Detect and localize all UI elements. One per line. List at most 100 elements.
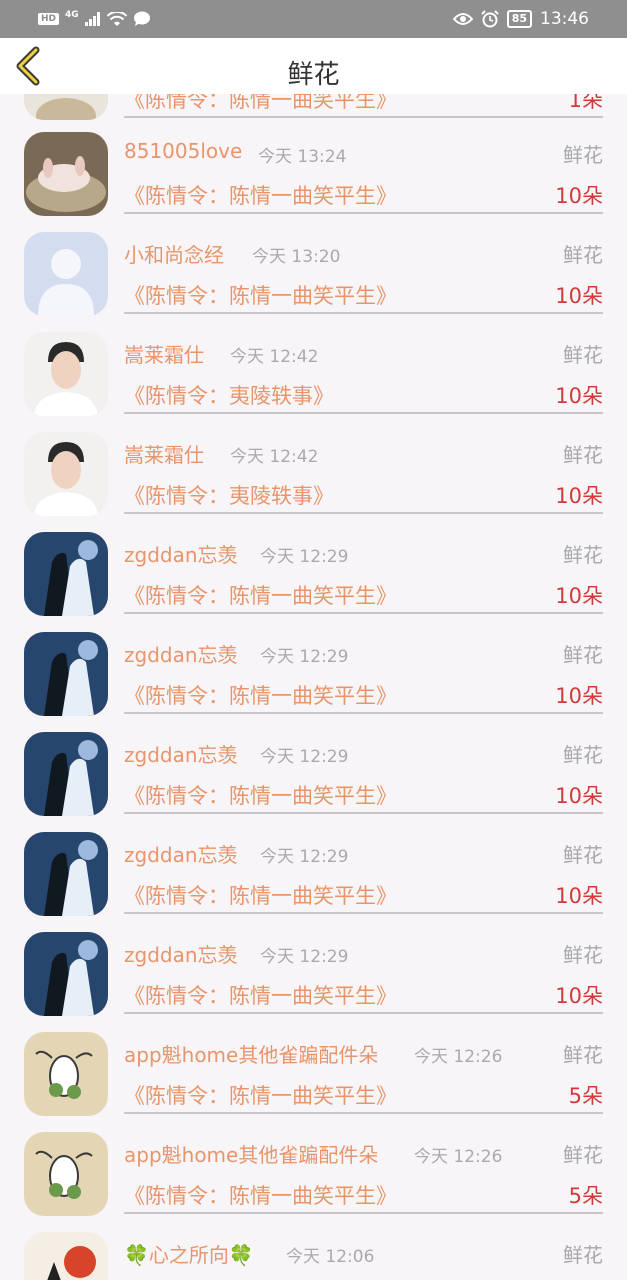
list-item[interactable]: app魁home其他雀蹁配件朵 今天 12:26 鲜花 《陈情令：陈情一曲笑平生… xyxy=(0,1130,627,1230)
username[interactable]: 🍀心之所向🍀 xyxy=(124,1239,254,1268)
book-title[interactable]: 《陈情令：陈情一曲笑平生》 xyxy=(124,180,397,210)
username[interactable]: zgddan忘羡 xyxy=(124,939,238,968)
avatar[interactable] xyxy=(24,132,108,216)
list-item[interactable]: 嵩莱霜仕 今天 12:42 鲜花 《陈情令：夷陵轶事》 10朵 xyxy=(0,430,627,530)
hd-badge: HD xyxy=(38,13,60,25)
divider xyxy=(124,612,603,614)
flower-count: 10朵 xyxy=(555,484,603,508)
username[interactable]: zgddan忘羡 xyxy=(124,839,238,868)
list-item[interactable]: 《陈情令：陈情一曲笑平生》 1朵 xyxy=(0,94,627,134)
divider xyxy=(124,116,603,118)
gift-type: 鲜花 xyxy=(563,1143,603,1167)
divider xyxy=(124,912,603,914)
flower-count: 1朵 xyxy=(568,94,603,112)
book-title[interactable]: 《陈情令：陈情一曲笑平生》 xyxy=(124,280,397,310)
flower-count: 10朵 xyxy=(555,884,603,908)
username[interactable]: 嵩莱霜仕 xyxy=(124,439,204,468)
list-item[interactable]: app魁home其他雀蹁配件朵 今天 12:26 鲜花 《陈情令：陈情一曲笑平生… xyxy=(0,1030,627,1130)
wifi-icon xyxy=(106,11,127,26)
avatar[interactable] xyxy=(24,1132,108,1216)
flower-count: 5朵 xyxy=(568,1184,603,1208)
timestamp: 今天 12:29 xyxy=(260,947,349,967)
book-title[interactable]: 《陈情令：陈情一曲笑平生》 xyxy=(124,580,397,610)
list-item[interactable]: 🍀心之所向🍀 今天 12:06 鲜花 xyxy=(0,1230,627,1280)
avatar[interactable] xyxy=(24,532,108,616)
list-item[interactable]: 小和尚念经 今天 13:20 鲜花 《陈情令：陈情一曲笑平生》 10朵 xyxy=(0,230,627,330)
divider xyxy=(124,1012,603,1014)
gift-type: 鲜花 xyxy=(563,1043,603,1067)
timestamp: 今天 13:20 xyxy=(252,247,341,267)
username[interactable]: app魁home其他雀蹁配件朵 xyxy=(124,1039,378,1068)
list-item[interactable]: zgddan忘羡 今天 12:29 鲜花 《陈情令：陈情一曲笑平生》 10朵 xyxy=(0,630,627,730)
avatar[interactable] xyxy=(24,632,108,716)
divider xyxy=(124,1212,603,1214)
list-item[interactable]: zgddan忘羡 今天 12:29 鲜花 《陈情令：陈情一曲笑平生》 10朵 xyxy=(0,730,627,830)
gift-type: 鲜花 xyxy=(563,843,603,867)
book-title[interactable]: 《陈情令：夷陵轶事》 xyxy=(124,380,334,410)
divider xyxy=(124,812,603,814)
battery-indicator: 85 xyxy=(506,10,532,28)
username[interactable]: 嵩莱霜仕 xyxy=(124,339,204,368)
book-title[interactable]: 《陈情令：陈情一曲笑平生》 xyxy=(124,880,397,910)
flower-count: 10朵 xyxy=(555,584,603,608)
book-title[interactable]: 《陈情令：陈情一曲笑平生》 xyxy=(124,680,397,710)
gift-type: 鲜花 xyxy=(563,343,603,367)
alarm-icon xyxy=(480,10,499,28)
gift-type: 鲜花 xyxy=(563,243,603,267)
book-title[interactable]: 《陈情令：夷陵轶事》 xyxy=(124,480,334,510)
divider xyxy=(124,312,603,314)
page-title: 鲜花 xyxy=(287,60,340,90)
book-title[interactable]: 《陈情令：陈情一曲笑平生》 xyxy=(124,1180,397,1210)
divider xyxy=(124,212,603,214)
avatar[interactable] xyxy=(24,732,108,816)
list-item[interactable]: 851005love 今天 13:24 鲜花 《陈情令：陈情一曲笑平生》 10朵 xyxy=(0,130,627,230)
signal-icon xyxy=(84,12,100,26)
avatar[interactable] xyxy=(24,332,108,416)
divider xyxy=(124,412,603,414)
username[interactable]: app魁home其他雀蹁配件朵 xyxy=(124,1139,378,1168)
timestamp: 今天 12:29 xyxy=(260,847,349,867)
status-bar: HD 4G 85 13:46 xyxy=(0,0,627,38)
status-left: HD 4G xyxy=(38,9,151,29)
timestamp: 今天 12:06 xyxy=(286,1247,375,1267)
avatar[interactable] xyxy=(24,432,108,516)
flower-count: 10朵 xyxy=(555,184,603,208)
timestamp: 今天 12:29 xyxy=(260,547,349,567)
book-title[interactable]: 《陈情令：陈情一曲笑平生》 xyxy=(124,780,397,810)
flower-count: 10朵 xyxy=(555,784,603,808)
username[interactable]: 小和尚念经 xyxy=(124,239,224,268)
list-item[interactable]: 嵩莱霜仕 今天 12:42 鲜花 《陈情令：夷陵轶事》 10朵 xyxy=(0,330,627,430)
list-item[interactable]: zgddan忘羡 今天 12:29 鲜花 《陈情令：陈情一曲笑平生》 10朵 xyxy=(0,530,627,630)
timestamp: 今天 12:42 xyxy=(230,447,319,467)
status-right: 85 13:46 xyxy=(452,8,589,30)
book-title[interactable]: 《陈情令：陈情一曲笑平生》 xyxy=(124,94,397,114)
avatar[interactable] xyxy=(24,94,108,120)
username[interactable]: zgddan忘羡 xyxy=(124,539,238,568)
avatar[interactable] xyxy=(24,232,108,316)
avatar[interactable] xyxy=(24,1232,108,1280)
timestamp: 今天 12:26 xyxy=(414,1147,503,1167)
flower-count: 5朵 xyxy=(568,1084,603,1108)
flower-count: 10朵 xyxy=(555,684,603,708)
divider xyxy=(124,512,603,514)
book-title[interactable]: 《陈情令：陈情一曲笑平生》 xyxy=(124,980,397,1010)
list-item[interactable]: zgddan忘羡 今天 12:29 鲜花 《陈情令：陈情一曲笑平生》 10朵 xyxy=(0,930,627,1030)
gift-type: 鲜花 xyxy=(563,643,603,667)
avatar[interactable] xyxy=(24,1032,108,1116)
gift-type: 鲜花 xyxy=(563,1243,603,1267)
app-header: 鲜花 xyxy=(0,38,627,94)
gift-type: 鲜花 xyxy=(563,143,603,167)
divider xyxy=(124,712,603,714)
network-type: 4G xyxy=(65,10,79,20)
timestamp: 今天 12:29 xyxy=(260,747,349,767)
gift-type: 鲜花 xyxy=(563,543,603,567)
book-title[interactable]: 《陈情令：陈情一曲笑平生》 xyxy=(124,1080,397,1110)
avatar[interactable] xyxy=(24,832,108,916)
avatar[interactable] xyxy=(24,932,108,1016)
gift-record-list[interactable]: 《陈情令：陈情一曲笑平生》 1朵 851005love 今天 13:24 鲜花 … xyxy=(0,94,627,1280)
username[interactable]: 851005love xyxy=(124,139,242,163)
username[interactable]: zgddan忘羡 xyxy=(124,639,238,668)
list-item[interactable]: zgddan忘羡 今天 12:29 鲜花 《陈情令：陈情一曲笑平生》 10朵 xyxy=(0,830,627,930)
username[interactable]: zgddan忘羡 xyxy=(124,739,238,768)
clock-time: 13:46 xyxy=(540,9,589,29)
